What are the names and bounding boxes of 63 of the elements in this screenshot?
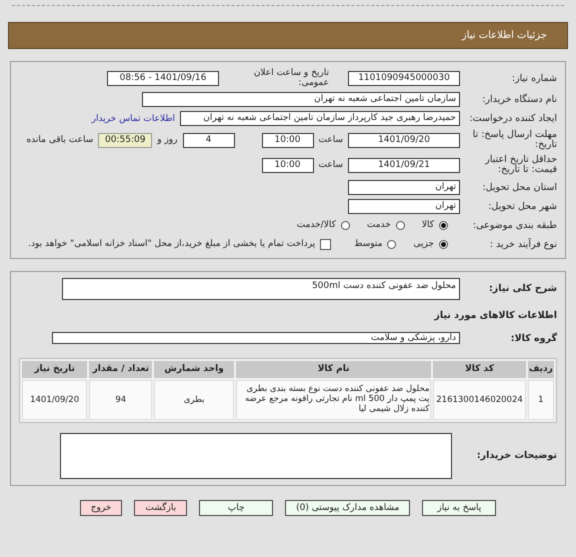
validity-time-field: 10:00 xyxy=(262,158,314,173)
city-field: تهران xyxy=(348,198,460,214)
action-button[interactable]: مشاهده مدارک پیوستی (0) xyxy=(285,500,410,516)
field-label: گروه کالا: xyxy=(510,332,557,344)
column-header: تاریخ نیاز xyxy=(22,360,88,378)
field-label: استان محل تحویل: xyxy=(481,182,557,193)
table-cell: 1401/09/20 xyxy=(22,380,88,420)
radio-label: جزیی xyxy=(413,239,434,250)
field-label: ایجاد کننده درخواست: xyxy=(468,113,557,124)
field-label: تاریخ و ساعت اعلان عمومی: xyxy=(252,68,329,88)
radio-label: کالا/خدمت xyxy=(296,220,336,230)
announce-date-field: 1401/09/16 - 08:56 xyxy=(107,70,219,86)
field-label: نوع فرآیند خرید : xyxy=(488,238,557,250)
table-cell: بطری xyxy=(154,380,234,420)
field-label: مهلت ارسال پاسخ: تا تاریخ: xyxy=(472,130,557,151)
column-header: کد کالا xyxy=(433,360,526,378)
column-header: واحد شمارش xyxy=(154,360,234,378)
deadline-time-field: 10:00 xyxy=(262,132,314,148)
province-field: تهران xyxy=(348,180,460,195)
field-label: حداقل تاریخ اعتبار قیمت: تا تاریخ: xyxy=(484,154,557,176)
page-title: جزئیات اطلاعات نیاز xyxy=(462,30,547,41)
radio-label: کالا xyxy=(422,220,434,230)
action-button[interactable]: پاسخ به نیاز xyxy=(422,500,496,516)
section-title: اطلاعات کالاهای مورد نیاز xyxy=(434,308,557,323)
goods-group-field: دارو، پزشکی و سلامت xyxy=(52,332,460,344)
table-cell: 2161300146020024 xyxy=(433,380,526,420)
requester-field: حمیدرضا رهبری جید کارپرداز سازمان تامین اجتماعی شعبه نه تهران xyxy=(180,111,460,126)
field-label: ساعت xyxy=(318,160,343,170)
field-label: ساعت باقی مانده xyxy=(26,135,94,146)
need-number-field: 1101090945000030 xyxy=(348,70,460,86)
field-label: روز و xyxy=(157,135,178,146)
radio-button[interactable] xyxy=(387,240,396,249)
validity-date-field: 1401/09/21 xyxy=(348,158,460,173)
action-button[interactable]: بازگشت xyxy=(134,500,188,516)
table-cell: 94 xyxy=(89,380,152,420)
radio-label: خدمت xyxy=(366,220,391,230)
column-header: تعداد / مقدار xyxy=(89,360,152,378)
field-label: طبقه بندی موضوعی: xyxy=(472,220,557,231)
checkbox-label: پرداخت تمام یا بخشی از مبلغ خرید،از محل "اسناد خزانه اسلامی" خواهد بود. xyxy=(28,239,316,250)
days-field: 4 xyxy=(182,132,234,148)
radio-button[interactable] xyxy=(439,240,448,249)
buyer-contact-link[interactable]: اطلاعات تماس خریدار xyxy=(92,114,175,124)
remaining-time-field: 00:55:09 xyxy=(98,132,152,148)
description-field: محلول ضد عفونی کننده دست 500ml xyxy=(62,278,460,300)
action-button[interactable]: چاپ xyxy=(199,500,274,516)
deadline-date-field: 1401/09/20 xyxy=(348,132,460,148)
checkbox[interactable] xyxy=(320,238,332,250)
radio-button[interactable] xyxy=(340,220,350,230)
radio-label: متوسط xyxy=(354,239,382,250)
column-header: نام کالا xyxy=(236,360,432,378)
field-label: نام دستگاه خریدار: xyxy=(481,94,557,105)
field-label: توضیحات خریدار: xyxy=(476,450,557,462)
field-label: ساعت xyxy=(318,135,343,146)
radio-button[interactable] xyxy=(439,220,448,230)
column-header: ردیف xyxy=(528,360,554,378)
table-cell: 1 xyxy=(528,380,554,420)
field-label: شماره نیاز: xyxy=(510,72,557,84)
radio-button[interactable] xyxy=(396,220,405,230)
table-cell: محلول ضد عفونی کننده دست نوع بسته بندی بطری پت پمپ دار 500 ml نام تجارتی راقونه مرجع عرضه کننده زلال شیمی لیا xyxy=(236,380,432,420)
buyer-field: سازمان تامین اجتماعی شعبه نه تهران xyxy=(142,92,460,107)
field-label: شهر محل تحویل: xyxy=(487,200,557,212)
action-button[interactable]: خروج xyxy=(80,500,122,516)
field-label: شرح کلی نیاز: xyxy=(488,283,557,294)
